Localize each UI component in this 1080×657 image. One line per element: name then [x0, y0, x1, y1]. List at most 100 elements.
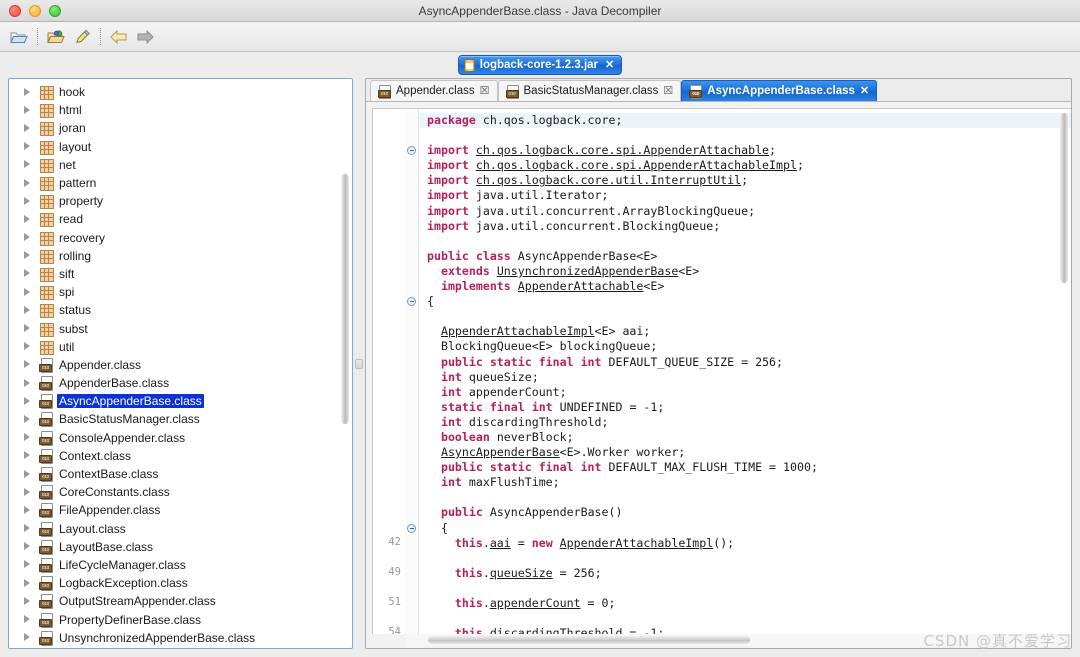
expand-arrow-icon[interactable] [23, 414, 32, 424]
tree-item-status[interactable]: status [9, 301, 352, 319]
code-fold-toggle-icon[interactable] [407, 146, 416, 156]
tree-item-context-class[interactable]: Context.class [9, 447, 352, 465]
tree-item-joran[interactable]: joran [9, 119, 352, 137]
editor-tab-close-icon[interactable]: ☒ [480, 85, 490, 97]
open-file-icon[interactable] [7, 25, 31, 49]
editor-tab-asyncappenderbase-class[interactable]: AsyncAppenderBase.class ✕ [681, 80, 878, 101]
code-fold-toggle-icon[interactable] [407, 297, 416, 307]
panel-splitter[interactable] [353, 78, 365, 649]
expand-arrow-icon[interactable] [23, 87, 32, 97]
tree-item-propertydefinerbase-class[interactable]: PropertyDefinerBase.class [9, 610, 352, 628]
tree-item-logbackexception-class[interactable]: LogbackException.class [9, 574, 352, 592]
source-code-view[interactable]: package ch.qos.logback.core; import ch.q… [419, 109, 1071, 634]
tree-item-read[interactable]: read [9, 210, 352, 228]
expand-arrow-icon[interactable] [23, 396, 32, 406]
code-token[interactable]: ch.qos.logback.core.spi.AppenderAttachab… [476, 143, 769, 157]
expand-arrow-icon[interactable] [23, 324, 32, 333]
code-token[interactable]: ch.qos.logback.core.spi.AppenderAttachab… [476, 158, 797, 172]
code-token[interactable]: ch.qos.logback.core.util.InterruptUtil [476, 173, 741, 187]
expand-arrow-icon[interactable] [23, 360, 32, 369]
tree-item-util[interactable]: util [9, 338, 352, 356]
expand-arrow-icon[interactable] [23, 233, 32, 242]
tree-item-html[interactable]: html [9, 101, 352, 119]
code-token[interactable]: queueSize [490, 566, 553, 580]
tree-item-consoleappender-class[interactable]: ConsoleAppender.class [9, 429, 352, 447]
expand-arrow-icon[interactable] [23, 505, 32, 515]
edit-pen-icon[interactable] [70, 25, 94, 49]
expand-arrow-icon[interactable] [23, 214, 32, 224]
jar-tab[interactable]: logback-core-1.2.3.jar ✕ [457, 55, 623, 75]
expand-arrow-icon[interactable] [23, 596, 32, 606]
tree-item-layoutbase-class[interactable]: LayoutBase.class [9, 538, 352, 556]
expand-arrow-icon[interactable] [23, 560, 32, 569]
tree-item-layout[interactable]: layout [9, 138, 352, 156]
expand-arrow-icon[interactable] [23, 469, 32, 479]
tree-item-contextbase-class[interactable]: ContextBase.class [9, 465, 352, 483]
expand-arrow-icon[interactable] [23, 542, 32, 551]
expand-arrow-icon[interactable] [23, 251, 32, 260]
tree-item-basicstatusmanager-class[interactable]: BasicStatusManager.class [9, 410, 352, 428]
expand-arrow-icon[interactable] [23, 433, 32, 442]
editor-tab-close-icon[interactable]: ✕ [860, 85, 869, 97]
expand-arrow-icon[interactable] [23, 305, 32, 315]
editor-scrollbar-thumb[interactable] [1059, 113, 1068, 283]
code-token[interactable]: AsyncAppenderBase [441, 445, 560, 459]
tree-item-asyncappenderbase-class[interactable]: AsyncAppenderBase.class [9, 392, 352, 410]
jar-tab-close-icon[interactable]: ✕ [603, 59, 614, 71]
code-token[interactable]: AppenderAttachableImpl [560, 536, 714, 550]
tree-item-property[interactable]: property [9, 192, 352, 210]
expand-arrow-icon[interactable] [23, 378, 32, 388]
expand-arrow-icon[interactable] [23, 178, 32, 188]
code-token[interactable]: AppenderAttachable [518, 279, 644, 293]
tree-item-unsynchronizedappenderbase-class[interactable]: UnsynchronizedAppenderBase.class [9, 629, 352, 647]
sidebar-scrollbar-thumb[interactable] [341, 174, 349, 424]
editor-tab-bar[interactable]: Appender.class ☒ BasicStatusManager.class ☒… [366, 79, 1071, 102]
tree-item-sift[interactable]: sift [9, 265, 352, 283]
tree-item-appender-class[interactable]: Appender.class [9, 356, 352, 374]
expand-arrow-icon[interactable] [23, 487, 32, 497]
editor-vertical-scrollbar[interactable] [1058, 113, 1069, 283]
forward-arrow-icon[interactable] [133, 25, 157, 49]
code-token[interactable]: appenderCount [490, 596, 581, 610]
tree-item-lifecyclemanager-class[interactable]: LifeCycleManager.class [9, 556, 352, 574]
tree-item-net[interactable]: net [9, 156, 352, 174]
expand-arrow-icon[interactable] [23, 578, 32, 588]
editor-tab-close-icon[interactable]: ☒ [663, 85, 673, 97]
expand-arrow-icon[interactable] [23, 123, 32, 133]
editor-tab-basicstatusmanager-class[interactable]: BasicStatusManager.class ☒ [497, 80, 682, 101]
code-editor[interactable]: 4249515455 package ch.qos.logback.core; … [372, 108, 1071, 634]
tree-item-fileappender-class[interactable]: FileAppender.class [9, 501, 352, 519]
expand-arrow-icon[interactable] [23, 196, 32, 206]
tree-item-layout-class[interactable]: Layout.class [9, 520, 352, 538]
tree-item-hook[interactable]: hook [9, 83, 352, 101]
expand-arrow-icon[interactable] [23, 269, 32, 278]
splitter-grip[interactable] [355, 358, 363, 369]
tree-item-rolling[interactable]: rolling [9, 247, 352, 265]
sidebar-vertical-scrollbar[interactable] [340, 174, 350, 424]
tree-item-recovery[interactable]: recovery [9, 229, 352, 247]
expand-arrow-icon[interactable] [23, 633, 32, 642]
editor-tab-appender-class[interactable]: Appender.class ☒ [370, 80, 498, 101]
package-tree[interactable]: hook html joran layout net pattern property rea… [9, 79, 352, 648]
editor-hscrollbar-thumb[interactable] [428, 636, 750, 644]
expand-arrow-icon[interactable] [23, 451, 32, 460]
tree-item-appenderbase-class[interactable]: AppenderBase.class [9, 374, 352, 392]
expand-arrow-icon[interactable] [23, 160, 32, 169]
expand-arrow-icon[interactable] [23, 524, 32, 533]
code-token[interactable]: AppenderAttachableImpl [441, 324, 595, 338]
code-token[interactable]: UnsynchronizedAppenderBase [497, 264, 678, 278]
expand-arrow-icon[interactable] [23, 142, 32, 151]
expand-arrow-icon[interactable] [23, 287, 32, 297]
open-jar-icon[interactable] [44, 25, 68, 49]
expand-arrow-icon[interactable] [23, 105, 32, 115]
expand-arrow-icon[interactable] [23, 342, 32, 351]
code-fold-toggle-icon[interactable] [407, 523, 416, 533]
tree-item-spi[interactable]: spi [9, 283, 352, 301]
tree-item-subst[interactable]: subst [9, 319, 352, 337]
code-token[interactable]: aai [490, 536, 511, 550]
minimize-window-button[interactable] [29, 4, 41, 17]
back-arrow-icon[interactable] [107, 25, 131, 49]
editor-horizontal-scrollbar[interactable] [406, 634, 1065, 646]
maximize-window-button[interactable] [49, 4, 61, 17]
fold-gutter[interactable] [405, 109, 419, 634]
